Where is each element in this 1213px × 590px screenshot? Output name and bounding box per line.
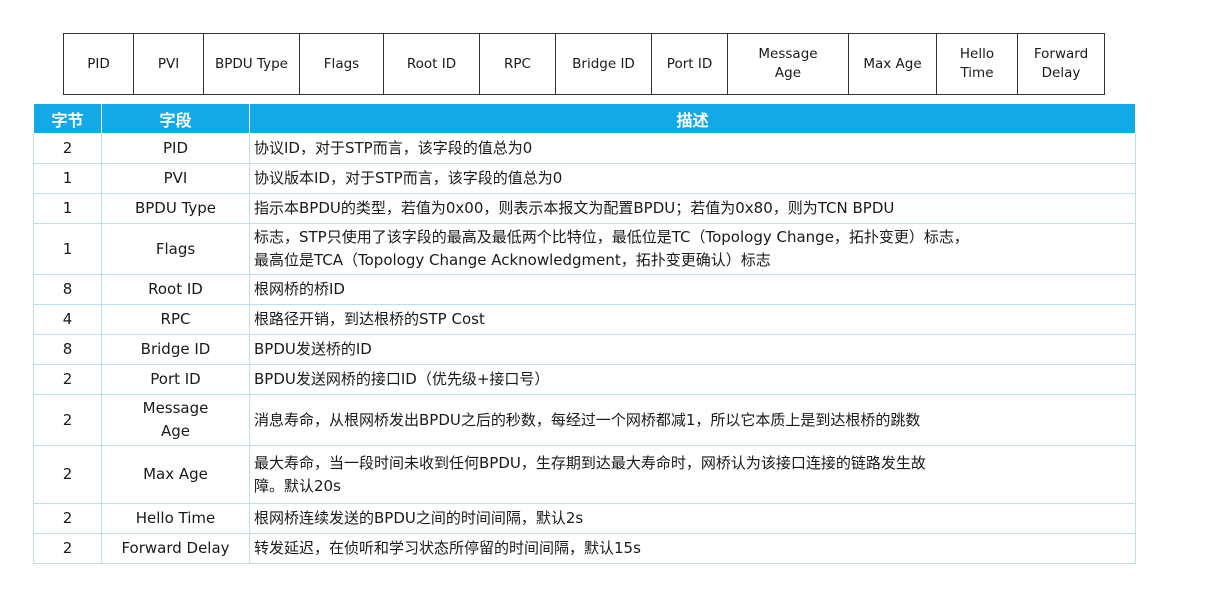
strip-cell-port-id: Port ID — [652, 34, 728, 94]
byte-cell: 2 — [33, 445, 102, 504]
field-cell: BPDU Type — [101, 193, 250, 224]
byte-cell: 1 — [33, 223, 102, 275]
field-cell-label: Message Age — [142, 399, 209, 440]
byte-cell: 1 — [33, 163, 102, 194]
table-row: 1 Flags 标志，STP只使用了该字段的最高及最低两个比特位，最低位是TC（… — [33, 223, 1136, 275]
field-cell: PID — [101, 133, 250, 164]
strip-cell-pvi: PVI — [134, 34, 204, 94]
table-row: 2 PID 协议ID，对于STP而言，该字段的值总为0 — [33, 133, 1136, 164]
strip-cell-bpdu-type: BPDU Type — [204, 34, 300, 94]
table-row: 2 Hello Time 根网桥连续发送的BPDU之间的时间间隔，默认2s — [33, 503, 1136, 534]
desc-cell: 根路径开销，到达根桥的STP Cost — [249, 304, 1136, 335]
table-row: 8 Bridge ID BPDU发送桥的ID — [33, 334, 1136, 365]
desc-cell: 消息寿命，从根网桥发出BPDU之后的秒数，每经过一个网桥都减1，所以它本质上是到… — [249, 394, 1136, 446]
desc-cell: BPDU发送桥的ID — [249, 334, 1136, 365]
bpdu-description-table: 字节 字段 描述 2 PID 协议ID，对于STP而言，该字段的值总为0 1 P… — [33, 103, 1136, 564]
strip-cell-hello-time: Hello Time — [937, 34, 1018, 94]
byte-cell: 2 — [33, 364, 102, 395]
desc-cell: 根网桥连续发送的BPDU之间的时间间隔，默认2s — [249, 503, 1136, 534]
field-cell: Root ID — [101, 274, 250, 305]
byte-cell: 2 — [33, 503, 102, 534]
desc-cell: 转发延迟，在侦听和学习状态所停留的时间间隔，默认15s — [249, 533, 1136, 564]
table-row: 2 Forward Delay 转发延迟，在侦听和学习状态所停留的时间间隔，默认… — [33, 533, 1136, 564]
field-cell: Max Age — [101, 445, 250, 504]
strip-cell-max-age: Max Age — [849, 34, 937, 94]
byte-cell: 1 — [33, 193, 102, 224]
byte-cell: 2 — [33, 533, 102, 564]
desc-cell: 指示本BPDU的类型，若值为0x00，则表示本报文为配置BPDU；若值为0x80… — [249, 193, 1136, 224]
field-cell: Forward Delay — [101, 533, 250, 564]
byte-cell: 2 — [33, 133, 102, 164]
strip-cell-message-age: Message Age — [728, 34, 849, 94]
strip-cell-pid: PID — [64, 34, 134, 94]
table-row: 2 Message Age 消息寿命，从根网桥发出BPDU之后的秒数，每经过一个… — [33, 394, 1136, 446]
table-row: 1 BPDU Type 指示本BPDU的类型，若值为0x00，则表示本报文为配置… — [33, 193, 1136, 224]
field-cell: Hello Time — [101, 503, 250, 534]
desc-cell: 协议ID，对于STP而言，该字段的值总为0 — [249, 133, 1136, 164]
table-row: 2 Max Age 最大寿命，当一段时间未收到任何BPDU，生存期到达最大寿命时… — [33, 445, 1136, 504]
header-field: 字段 — [101, 103, 250, 134]
field-cell: Port ID — [101, 364, 250, 395]
field-cell: Flags — [101, 223, 250, 275]
header-desc: 描述 — [249, 103, 1136, 134]
table-row: 4 RPC 根路径开销，到达根桥的STP Cost — [33, 304, 1136, 335]
strip-cell-forward-delay: Forward Delay — [1033, 46, 1089, 81]
field-cell: Message Age — [101, 394, 250, 446]
field-cell: RPC — [101, 304, 250, 335]
desc-cell: 根网桥的桥ID — [249, 274, 1136, 305]
byte-cell: 8 — [33, 274, 102, 305]
table-row: 2 Port ID BPDU发送网桥的接口ID（优先级+接口号） — [33, 364, 1136, 395]
desc-cell: BPDU发送网桥的接口ID（优先级+接口号） — [249, 364, 1136, 395]
field-cell: Bridge ID — [101, 334, 250, 365]
header-byte: 字节 — [33, 103, 102, 134]
strip-cell-flags: Flags — [300, 34, 384, 94]
table-header-row: 字节 字段 描述 — [33, 103, 1136, 134]
desc-cell: 标志，STP只使用了该字段的最高及最低两个比特位，最低位是TC（Topology… — [249, 223, 1136, 275]
strip-cell-rpc: RPC — [480, 34, 556, 94]
table-row: 1 PVI 协议版本ID，对于STP而言，该字段的值总为0 — [33, 163, 1136, 194]
desc-cell: 最大寿命，当一段时间未收到任何BPDU，生存期到达最大寿命时，网桥认为该接口连接… — [249, 445, 1136, 504]
desc-cell: 协议版本ID，对于STP而言，该字段的值总为0 — [249, 163, 1136, 194]
strip-cell-bridge-id: Bridge ID — [556, 34, 652, 94]
bpdu-field-strip: PID PVI BPDU Type Flags Root ID RPC Brid… — [63, 33, 1105, 95]
byte-cell: 4 — [33, 304, 102, 335]
strip-cell-root-id: Root ID — [384, 34, 480, 94]
table-row: 8 Root ID 根网桥的桥ID — [33, 274, 1136, 305]
field-cell: PVI — [101, 163, 250, 194]
byte-cell: 8 — [33, 334, 102, 365]
byte-cell: 2 — [33, 394, 102, 446]
